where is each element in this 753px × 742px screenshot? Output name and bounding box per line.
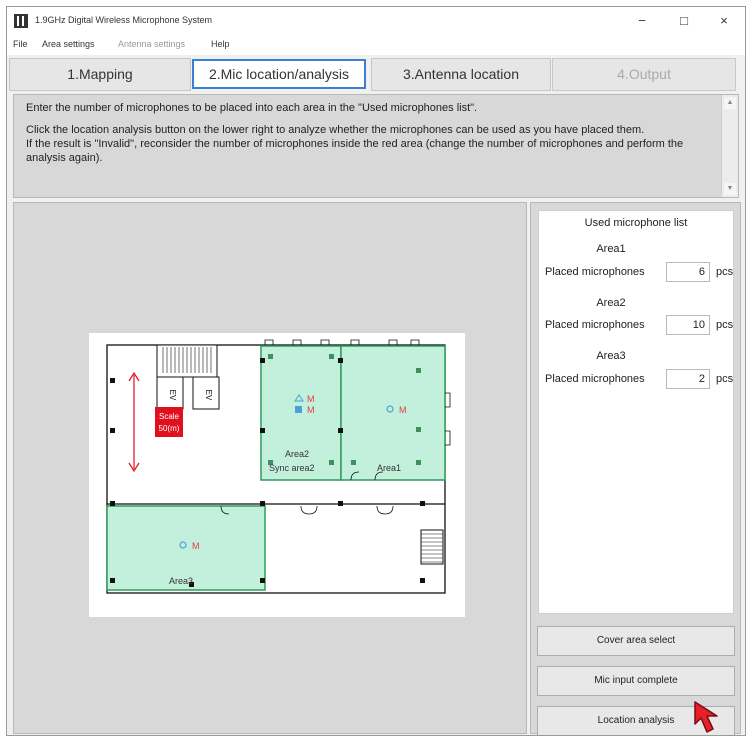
floor-plan-svg: EV EV Scale 50(m) M M M M Area2 Sync are… <box>106 339 451 594</box>
area2-placed-label: Placed microphones <box>545 319 645 331</box>
mic-marker-area2-a[interactable]: M <box>307 394 315 404</box>
mic-marker-area1[interactable]: M <box>399 405 407 415</box>
area3-count-input[interactable]: 2 <box>666 369 710 389</box>
close-button[interactable]: × <box>703 7 745 35</box>
area2-label: Area2 <box>285 449 309 459</box>
menu-area-settings[interactable]: Area settings <box>42 39 95 49</box>
area1-unit: pcs <box>716 266 734 278</box>
area3-placed-label: Placed microphones <box>545 373 645 385</box>
menu-bar: File Area settings Antenna settings Help <box>7 35 745 55</box>
pointer-cursor-icon <box>694 701 718 733</box>
area3-unit: pcs <box>716 373 734 385</box>
area2-count-input[interactable]: 10 <box>666 315 710 335</box>
ev-right-label: EV <box>204 390 213 401</box>
menu-file[interactable]: File <box>13 39 28 49</box>
antenna-square-icon <box>295 406 302 413</box>
area3-name: Area3 <box>596 350 626 362</box>
area2-sync-label: Sync area2 <box>269 463 315 473</box>
app-icon <box>14 14 28 28</box>
area1-placed-label: Placed microphones <box>545 266 645 278</box>
scale-label-line2: 50(m) <box>159 424 180 433</box>
menu-antenna-settings: Antenna settings <box>118 39 186 49</box>
app-window: 1.9GHz Digital Wireless Microphone Syste… <box>6 6 746 736</box>
maximize-button[interactable]: □ <box>663 7 705 35</box>
instruction-line-1: Enter the number of microphones to be pl… <box>26 102 478 114</box>
minimize-button[interactable]: − <box>621 7 663 35</box>
used-mic-list: Used microphone list Area1 Placed microp… <box>538 210 734 614</box>
mic-input-complete-button[interactable]: Mic input complete <box>537 666 735 696</box>
menu-help[interactable]: Help <box>211 39 230 49</box>
map-panel: EV EV Scale 50(m) M M M M Area2 Sync are… <box>13 202 527 734</box>
cover-area-select-button[interactable]: Cover area select <box>537 626 735 656</box>
instructions-text: Enter the number of microphones to be pl… <box>26 101 712 193</box>
tab-output: 4.Output <box>552 58 736 91</box>
scroll-down-icon[interactable]: ▼ <box>724 183 736 195</box>
mic-marker-area3[interactable]: M <box>192 541 200 551</box>
window-title: 1.9GHz Digital Wireless Microphone Syste… <box>35 15 213 25</box>
mic-marker-area2-b[interactable]: M <box>307 405 315 415</box>
stairs-right <box>420 529 444 565</box>
area1-name: Area1 <box>596 243 626 255</box>
instructions-scrollbar[interactable]: ▲ ▼ <box>721 95 738 197</box>
tab-antenna-location[interactable]: 3.Antenna location <box>371 58 551 91</box>
tab-mic-location-analysis[interactable]: 2.Mic location/analysis <box>192 59 366 89</box>
area1-count-input[interactable]: 6 <box>666 262 710 282</box>
floor-plan[interactable]: EV EV Scale 50(m) M M M M Area2 Sync are… <box>89 333 465 617</box>
area2-name: Area2 <box>596 297 626 309</box>
tab-bar: 1.Mapping 2.Mic location/analysis 3.Ante… <box>7 55 745 93</box>
right-panel: Used microphone list Area1 Placed microp… <box>530 202 741 735</box>
instruction-line-3: If the result is "Invalid", reconsider t… <box>26 138 684 164</box>
ev-left-label: EV <box>168 390 177 401</box>
instructions-panel: Enter the number of microphones to be pl… <box>13 94 739 198</box>
instruction-line-2: Click the location analysis button on th… <box>26 124 645 136</box>
scale-label-line1: Scale <box>159 412 180 421</box>
used-mic-list-title: Used microphone list <box>584 217 688 229</box>
window-marks <box>264 339 420 345</box>
title-bar: 1.9GHz Digital Wireless Microphone Syste… <box>7 7 745 35</box>
tab-mapping[interactable]: 1.Mapping <box>9 58 191 91</box>
area3-label: Area3 <box>169 576 193 586</box>
area1-region[interactable] <box>340 345 446 481</box>
area2-unit: pcs <box>716 319 734 331</box>
area1-label: Area1 <box>377 463 401 473</box>
scroll-up-icon[interactable]: ▲ <box>724 97 736 109</box>
